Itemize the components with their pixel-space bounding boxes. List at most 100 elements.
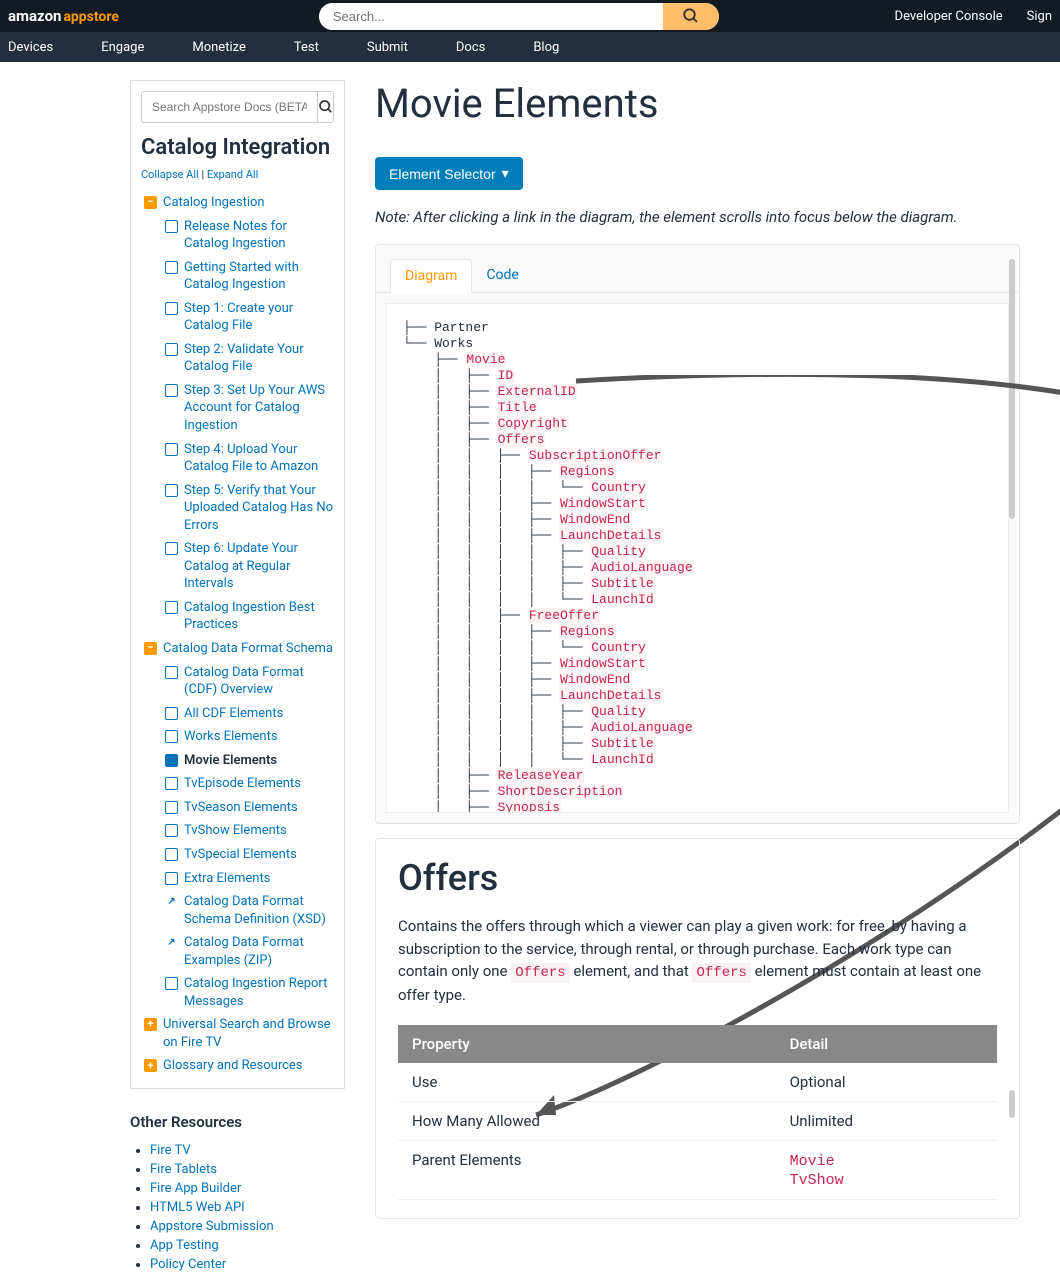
tree-item[interactable]: Step 5: Verify that Your Uploaded Catalo… <box>184 482 334 535</box>
tab-code[interactable]: Code <box>472 259 532 292</box>
diagram-link[interactable]: WindowStart <box>559 656 647 671</box>
diagram-link[interactable]: Offers <box>497 432 546 447</box>
element-link[interactable]: Movie <box>790 1153 835 1170</box>
tree-item[interactable]: Catalog Data Format Examples (ZIP) <box>184 934 334 969</box>
diagram-link[interactable]: WindowStart <box>559 496 647 511</box>
diagram-link[interactable]: ExternalID <box>497 384 577 399</box>
element-link[interactable]: TvShow <box>790 1172 844 1189</box>
tree-group[interactable]: Universal Search and Browse on Fire TV <box>163 1016 334 1051</box>
diagram-link[interactable]: ReleaseYear <box>497 768 585 783</box>
diagram-link[interactable]: Subtitle <box>590 576 654 591</box>
nav-item[interactable]: Docs <box>456 40 485 55</box>
sidebar-search-button[interactable] <box>317 92 334 122</box>
diagram-link[interactable]: Synopsis <box>497 800 561 813</box>
search-input[interactable] <box>319 3 663 30</box>
tree-item[interactable]: Catalog Data Format (CDF) Overview <box>184 664 334 699</box>
tree-item[interactable]: Movie Elements <box>184 752 277 770</box>
diagram-link[interactable]: Country <box>590 480 647 495</box>
offers-description: Contains the offers through which a view… <box>398 915 997 1007</box>
square-icon <box>165 777 178 790</box>
diagram-link[interactable]: LaunchId <box>590 752 654 767</box>
offers-heading: Offers <box>398 857 997 899</box>
resource-link[interactable]: Policy Center <box>150 1257 226 1272</box>
tree-item[interactable]: TvEpisode Elements <box>184 775 301 793</box>
tree-item[interactable]: Catalog Ingestion Report Messages <box>184 975 334 1010</box>
resource-link[interactable]: Fire TV <box>150 1143 191 1158</box>
expand-icon[interactable]: + <box>144 1059 157 1072</box>
expand-all[interactable]: Expand All <box>207 168 258 181</box>
developer-console-link[interactable]: Developer Console <box>895 9 1003 24</box>
logo[interactable]: amazon appstore <box>8 7 119 25</box>
diagram-link[interactable]: AudioLanguage <box>590 560 693 575</box>
diagram-link[interactable]: SubscriptionOffer <box>528 448 663 463</box>
tree-item[interactable]: TvSeason Elements <box>184 799 298 817</box>
nav-item[interactable]: Engage <box>101 40 144 55</box>
tree-item[interactable]: Step 2: Validate Your Catalog File <box>184 341 334 376</box>
nav-item[interactable]: Submit <box>367 40 408 55</box>
expand-icon[interactable]: + <box>144 1018 157 1031</box>
diagram-link[interactable]: Regions <box>559 624 616 639</box>
diagram-link[interactable]: LaunchDetails <box>559 688 662 703</box>
tree-item[interactable]: TvShow Elements <box>184 822 287 840</box>
tab-diagram[interactable]: Diagram <box>390 259 472 293</box>
tree-item[interactable]: Release Notes for Catalog Ingestion <box>184 218 334 253</box>
collapse-all[interactable]: Collapse All <box>141 168 199 181</box>
diagram-link[interactable]: WindowEnd <box>559 672 631 687</box>
resource-link[interactable]: App Testing <box>150 1238 219 1253</box>
diagram-link[interactable]: Subtitle <box>590 736 654 751</box>
nav-tree: −Catalog IngestionRelease Notes for Cata… <box>141 191 334 1078</box>
table-row: How Many AllowedUnlimited <box>398 1101 997 1140</box>
tree-item[interactable]: TvSpecial Elements <box>184 846 297 864</box>
nav-item[interactable]: Blog <box>533 40 559 55</box>
diagram-link[interactable]: AudioLanguage <box>590 720 693 735</box>
resource-link[interactable]: Fire App Builder <box>150 1181 241 1196</box>
scrollbar[interactable] <box>1009 259 1015 519</box>
nav-item[interactable]: Monetize <box>192 40 246 55</box>
square-icon <box>165 542 178 555</box>
diagram-link[interactable]: Country <box>590 640 647 655</box>
search-button[interactable] <box>663 3 719 30</box>
tree-group[interactable]: Catalog Data Format Schema <box>163 640 333 658</box>
tree-item[interactable]: Getting Started with Catalog Ingestion <box>184 259 334 294</box>
resource-link[interactable]: HTML5 Web API <box>150 1200 245 1215</box>
diagram-link[interactable]: Copyright <box>497 416 569 431</box>
sidebar-search-input[interactable] <box>142 92 317 122</box>
tree-item[interactable]: Catalog Ingestion Best Practices <box>184 599 334 634</box>
tree-item[interactable]: Step 6: Update Your Catalog at Regular I… <box>184 540 334 593</box>
resource-link[interactable]: Appstore Submission <box>150 1219 274 1234</box>
nav-item[interactable]: Devices <box>8 40 53 55</box>
diagram-link[interactable]: Movie <box>465 352 506 367</box>
tree-item[interactable]: All CDF Elements <box>184 705 283 723</box>
diagram-link[interactable]: LaunchId <box>590 592 654 607</box>
other-resources: Other Resources Fire TVFire TabletsFire … <box>130 1113 345 1274</box>
diagram-link[interactable]: LaunchDetails <box>559 528 662 543</box>
diagram-link[interactable]: Quality <box>590 544 647 559</box>
diagram-link[interactable]: Quality <box>590 704 647 719</box>
diagram-link[interactable]: Title <box>497 400 538 415</box>
square-icon <box>165 801 178 814</box>
tree-item[interactable]: Catalog Data Format Schema Definition (X… <box>184 893 334 928</box>
tree-group[interactable]: Catalog Ingestion <box>163 194 265 212</box>
toggle-row: Collapse All | Expand All <box>141 168 334 181</box>
tree-item[interactable]: Step 4: Upload Your Catalog File to Amaz… <box>184 441 334 476</box>
collapse-icon[interactable]: − <box>144 196 157 209</box>
element-selector-button[interactable]: Element Selector ▾ <box>375 157 523 190</box>
tree-group[interactable]: Glossary and Resources <box>163 1057 303 1075</box>
tree-item[interactable]: Extra Elements <box>184 870 270 888</box>
collapse-icon[interactable]: − <box>144 642 157 655</box>
diagram-link[interactable]: ShortDescription <box>497 784 624 799</box>
nav-item[interactable]: Test <box>294 40 319 55</box>
square-icon <box>165 872 178 885</box>
tree-item[interactable]: Works Elements <box>184 728 278 746</box>
main: Movie Elements Element Selector ▾ Note: … <box>375 80 1060 1274</box>
diagram-link[interactable]: ID <box>497 368 515 383</box>
sign-link[interactable]: Sign <box>1027 9 1052 24</box>
resource-link[interactable]: Fire Tablets <box>150 1162 217 1177</box>
diagram-link[interactable]: FreeOffer <box>528 608 600 623</box>
square-icon <box>165 343 178 356</box>
tree-item[interactable]: Step 3: Set Up Your AWS Account for Cata… <box>184 382 334 435</box>
tree-item[interactable]: Step 1: Create your Catalog File <box>184 300 334 335</box>
diagram-link[interactable]: Regions <box>559 464 616 479</box>
diagram-link[interactable]: WindowEnd <box>559 512 631 527</box>
scrollbar[interactable] <box>1009 1090 1015 1118</box>
